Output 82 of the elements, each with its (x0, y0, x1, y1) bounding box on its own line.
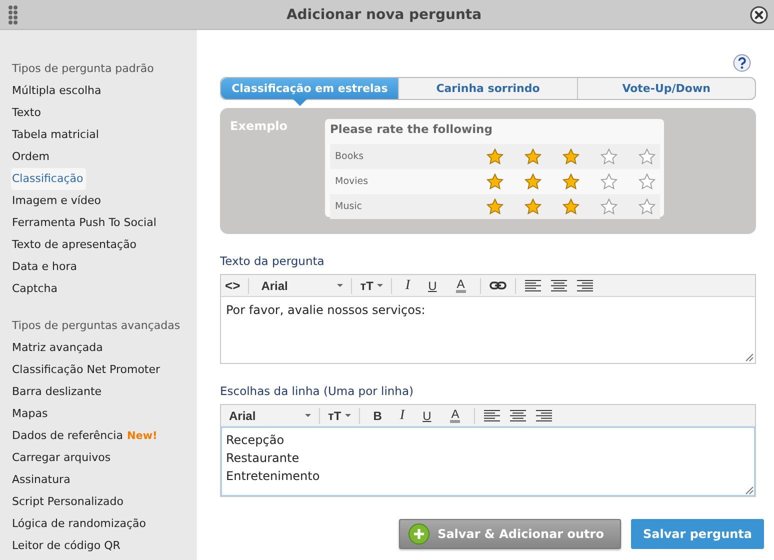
empty-star-icon[interactable] (638, 198, 656, 215)
filled-star-icon[interactable] (562, 173, 580, 190)
link-icon[interactable] (488, 279, 507, 292)
example-title: Please rate the following (330, 122, 494, 138)
sidebar-item[interactable]: Imagem e vídeo (11, 190, 104, 212)
section-heading: Tipos de perguntas avançadas (12, 318, 182, 334)
sidebar-item[interactable]: Script Personalizado (11, 491, 126, 513)
new-label: New! (126, 430, 158, 442)
empty-star-icon[interactable] (600, 198, 618, 215)
sidebar-item[interactable]: Assinatura (11, 469, 74, 491)
sidebar-item[interactable]: Tabela matricial (11, 124, 102, 146)
caret-icon[interactable] (345, 414, 352, 417)
section-heading: Tipos de pergunta padrão (12, 61, 155, 77)
caret-icon[interactable] (377, 284, 384, 287)
example-label: Exemplo (230, 119, 289, 135)
resize-handle-icon[interactable] (744, 352, 754, 362)
align-right-icon[interactable] (535, 408, 554, 423)
font-size-dropdown[interactable]: тT (360, 278, 384, 292)
font-size-dropdown[interactable]: тT (328, 408, 352, 422)
field-label: Escolhas da linha (Uma por linha) (220, 384, 414, 398)
sidebar-item[interactable]: Texto de apresentação (11, 234, 140, 256)
help-icon[interactable] (733, 54, 751, 72)
sidebar-item[interactable]: Leitor de código QR (11, 535, 124, 557)
resize-handle-icon[interactable] (744, 485, 754, 495)
tab[interactable]: Carinha sorrindo (398, 78, 577, 99)
bold-button[interactable]: B (368, 408, 387, 422)
row-label: Music (335, 201, 362, 212)
filled-star-icon[interactable] (524, 173, 542, 190)
empty-star-icon[interactable] (600, 148, 618, 165)
sidebar-item[interactable]: Dados de referência (11, 429, 123, 442)
tab[interactable]: Vote-Up/Down (576, 78, 755, 99)
filled-star-icon[interactable] (524, 148, 542, 165)
text-line: Restaurante (226, 450, 300, 467)
empty-star-icon[interactable] (638, 148, 656, 165)
sidebar-item[interactable]: Lógica de randomização (11, 513, 149, 535)
filled-star-icon[interactable] (562, 148, 580, 165)
underline-button[interactable]: U (423, 278, 442, 292)
align-left-icon[interactable] (524, 278, 542, 293)
text-line: Recepção (226, 432, 286, 449)
font-dropdown[interactable]: Arial (257, 278, 344, 292)
sidebar-item[interactable]: Captcha (11, 278, 60, 300)
sidebar-item[interactable]: Ferramenta Push To Social (11, 212, 160, 234)
empty-star-icon[interactable] (638, 173, 656, 190)
empty-star-icon[interactable] (600, 173, 618, 190)
code-view-button[interactable]: <> (225, 278, 240, 293)
align-left-icon[interactable] (483, 408, 502, 423)
sidebar-item[interactable]: Matriz avançada (11, 337, 106, 359)
field-label: Texto da pergunta (220, 254, 326, 268)
text-color-button[interactable]: A (450, 408, 460, 423)
align-center-icon[interactable] (550, 278, 568, 293)
sidebar-item[interactable]: Mapas (11, 403, 51, 425)
sidebar-item[interactable]: Barra deslizante (11, 381, 105, 403)
italic-button[interactable]: I (394, 408, 410, 424)
caret-icon[interactable] (337, 284, 344, 287)
window-title: Adicionar nova pergunta (286, 6, 482, 22)
plus-icon[interactable] (408, 523, 430, 545)
filled-star-icon[interactable] (486, 198, 504, 215)
row-label: Movies (335, 176, 368, 187)
text-line: Por favor, avalie nossos serviços: (226, 302, 426, 319)
sidebar-item[interactable]: Data e hora (11, 256, 80, 278)
caret-icon[interactable] (305, 414, 311, 417)
italic-button[interactable]: I (400, 278, 416, 294)
align-center-icon[interactable] (509, 408, 528, 423)
sidebar-item[interactable]: Carregar arquivos (11, 447, 114, 469)
close-icon[interactable] (750, 6, 768, 24)
sidebar-item[interactable]: Classificação Net Promoter (11, 359, 164, 381)
row-label: Books (335, 151, 364, 162)
underline-button[interactable]: U (418, 408, 436, 422)
text-area[interactable]: Recepção Restaurante Entretenimento (221, 427, 755, 496)
font-dropdown[interactable]: Arial (225, 408, 311, 422)
sidebar-item[interactable]: Múltipla escolha (11, 80, 104, 102)
sidebar-item[interactable]: Ordem (11, 146, 52, 168)
align-right-icon[interactable] (576, 278, 594, 293)
filled-star-icon[interactable] (562, 198, 580, 215)
text-line: Entretenimento (226, 468, 321, 485)
filled-star-icon[interactable] (486, 173, 504, 190)
filled-star-icon[interactable] (486, 148, 504, 165)
sidebar-item[interactable]: Texto (11, 102, 44, 124)
drag-handle-icon[interactable] (8, 4, 18, 24)
filled-star-icon[interactable] (524, 198, 542, 215)
text-color-button[interactable]: A (456, 278, 466, 293)
sidebar-item[interactable]: Classificação (11, 168, 86, 190)
